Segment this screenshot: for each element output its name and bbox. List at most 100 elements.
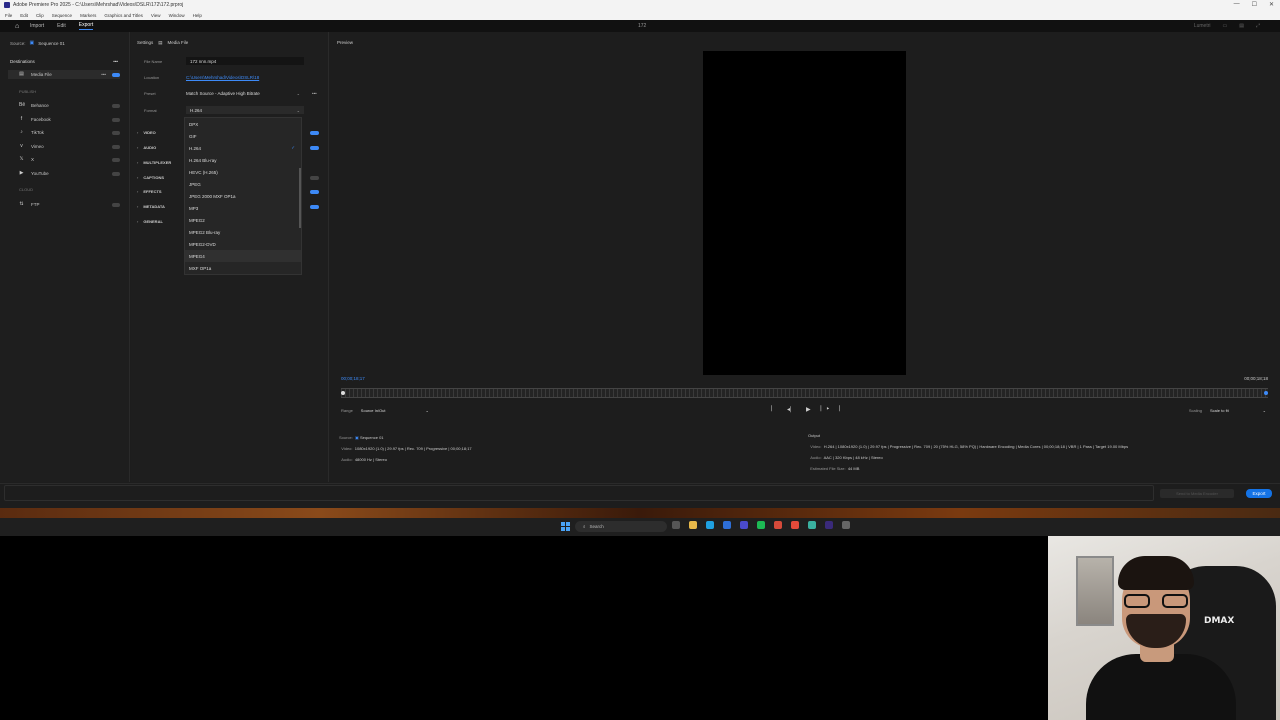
- ftp-toggle[interactable]: [112, 202, 120, 207]
- media-file-more-button[interactable]: •••: [101, 72, 106, 77]
- media-file-toggle[interactable]: [112, 72, 120, 77]
- format-option[interactable]: H.264 Blu-ray: [185, 154, 301, 166]
- source-value[interactable]: Sequence 01: [38, 41, 65, 46]
- destination-tiktok[interactable]: ♪ TikTok: [8, 128, 120, 137]
- media-file-tab[interactable]: Media File: [168, 40, 189, 46]
- tab-export[interactable]: Export: [78, 22, 94, 30]
- destination-label: FTP: [31, 202, 40, 207]
- telegram-icon[interactable]: [723, 521, 731, 529]
- format-option[interactable]: MXF OP1a: [185, 262, 301, 274]
- fullscreen-icon[interactable]: ⤢: [1256, 23, 1260, 29]
- timeline-scrubber[interactable]: [341, 388, 1268, 398]
- facebook-toggle[interactable]: [112, 117, 120, 122]
- location-link[interactable]: C:\Users\Mehrshad\Videos\DSLR\18: [186, 75, 259, 80]
- lightroom-icon[interactable]: [740, 521, 748, 529]
- edge-icon[interactable]: [706, 521, 714, 529]
- workspace-label[interactable]: Lumetri: [1194, 23, 1211, 29]
- quick-export-icon[interactable]: ▭: [1223, 23, 1228, 29]
- format-option[interactable]: H.264 ✓: [185, 142, 301, 154]
- destination-facebook[interactable]: f Facebook: [8, 115, 120, 124]
- format-option[interactable]: MPEG4: [185, 250, 301, 262]
- send-to-media-encoder-button[interactable]: Send to Media Encoder: [1160, 489, 1234, 498]
- youtube-toggle[interactable]: [112, 171, 120, 176]
- minimize-button[interactable]: —: [1234, 1, 1240, 8]
- effects-toggle[interactable]: [310, 189, 319, 194]
- range-value: Source In/Out: [360, 408, 386, 413]
- premiere-icon[interactable]: [825, 521, 833, 529]
- x-toggle[interactable]: [112, 157, 120, 162]
- task-view-icon[interactable]: [672, 521, 680, 529]
- mark-in-button[interactable]: ⎸: [771, 406, 777, 414]
- format-option[interactable]: GIF: [185, 130, 301, 142]
- menu-window[interactable]: Window: [169, 13, 185, 18]
- behance-toggle[interactable]: [112, 103, 120, 108]
- format-option[interactable]: DPX: [185, 118, 301, 130]
- spotify-icon[interactable]: [757, 521, 765, 529]
- destination-behance[interactable]: Bē Behance: [8, 101, 120, 110]
- destination-youtube[interactable]: ▶ YouTube: [8, 169, 120, 178]
- file-explorer-icon[interactable]: [689, 521, 697, 529]
- destination-media-file[interactable]: ▤ Media File •••: [8, 70, 120, 79]
- scaling-select[interactable]: Scale to fit ⌄: [1210, 408, 1266, 413]
- menu-file[interactable]: File: [5, 13, 12, 18]
- format-select[interactable]: H.264 ⌄: [186, 106, 304, 114]
- progress-icon[interactable]: ▤: [1239, 23, 1244, 29]
- step-back-button[interactable]: ◂⎸: [787, 406, 796, 414]
- captions-toggle[interactable]: [310, 175, 319, 180]
- destinations-more-button[interactable]: •••: [113, 59, 118, 64]
- mark-out-button[interactable]: ⎸: [839, 406, 845, 414]
- preview-panel: Preview 00;00;18;17 00;00;18;18 Range So…: [330, 32, 1280, 482]
- format-option[interactable]: HEVC (H.265): [185, 166, 301, 178]
- range-select[interactable]: Source In/Out ⌄: [361, 408, 429, 413]
- format-option[interactable]: MPEG2 Blu-ray: [185, 226, 301, 238]
- timecode-in[interactable]: 00;00;18;17: [341, 376, 365, 381]
- menu-graphics[interactable]: Graphics and Titles: [104, 13, 143, 18]
- step-forward-button[interactable]: ⎸▸: [821, 406, 830, 414]
- menu-help[interactable]: Help: [193, 13, 202, 18]
- format-option[interactable]: MP3: [185, 202, 301, 214]
- preset-select[interactable]: Match Source - Adaptive High Bitrate ⌄: [186, 89, 304, 97]
- menu-sequence[interactable]: Sequence: [52, 13, 72, 18]
- settings-tab[interactable]: Settings: [137, 40, 153, 46]
- video-toggle[interactable]: [310, 130, 319, 135]
- caret-right-icon: ›: [137, 204, 139, 209]
- menu-view[interactable]: View: [151, 13, 161, 18]
- tab-import[interactable]: Import: [30, 23, 44, 29]
- home-icon[interactable]: ⌂: [15, 23, 22, 30]
- file-name-input[interactable]: 172 nnn.mp4: [186, 57, 304, 65]
- audio-toggle[interactable]: [310, 145, 319, 150]
- format-option[interactable]: JPEG 2000 MXF OP1a: [185, 190, 301, 202]
- format-option[interactable]: MPEG2-DVD: [185, 238, 301, 250]
- destination-vimeo[interactable]: v Vimeo: [8, 142, 120, 151]
- taskbar-search[interactable]: ⌕ Search: [575, 521, 667, 532]
- destination-label: Vimeo: [31, 144, 44, 149]
- tab-edit[interactable]: Edit: [57, 23, 66, 29]
- mode-bar: ⌂ Import Edit Export 172 Lumetri ▭ ▤ ⤢: [0, 20, 1280, 32]
- chrome-icon[interactable]: [791, 521, 799, 529]
- destination-ftp[interactable]: ⇅ FTP: [8, 200, 120, 209]
- playhead-handle[interactable]: [341, 391, 345, 395]
- vimeo-toggle[interactable]: [112, 144, 120, 149]
- menu-markers[interactable]: Markers: [80, 13, 96, 18]
- settings-icon[interactable]: [842, 521, 850, 529]
- dropdown-scrollbar[interactable]: [299, 168, 301, 228]
- project-title: 172: [638, 23, 647, 29]
- destination-x[interactable]: 𝕏 X: [8, 155, 120, 164]
- out-point-handle[interactable]: [1264, 391, 1268, 395]
- option-label: MP3: [189, 205, 199, 211]
- menu-clip[interactable]: Clip: [36, 13, 44, 18]
- menu-edit[interactable]: Edit: [20, 13, 28, 18]
- maximize-button[interactable]: ☐: [1252, 1, 1257, 8]
- play-button[interactable]: ▶: [806, 406, 811, 414]
- format-option[interactable]: MPEG2: [185, 214, 301, 226]
- export-button[interactable]: Export: [1246, 489, 1272, 498]
- metadata-toggle[interactable]: [310, 204, 319, 209]
- output-summary: Output Video: H.264 | 1080x1920 (1.0) | …: [808, 430, 1128, 474]
- windows-start-icon[interactable]: [561, 522, 570, 531]
- app-icon[interactable]: [808, 521, 816, 529]
- preset-more-button[interactable]: •••: [312, 91, 317, 96]
- format-option[interactable]: JPEG: [185, 178, 301, 190]
- close-button[interactable]: ✕: [1269, 1, 1274, 8]
- firefox-icon[interactable]: [774, 521, 782, 529]
- tiktok-toggle[interactable]: [112, 130, 120, 135]
